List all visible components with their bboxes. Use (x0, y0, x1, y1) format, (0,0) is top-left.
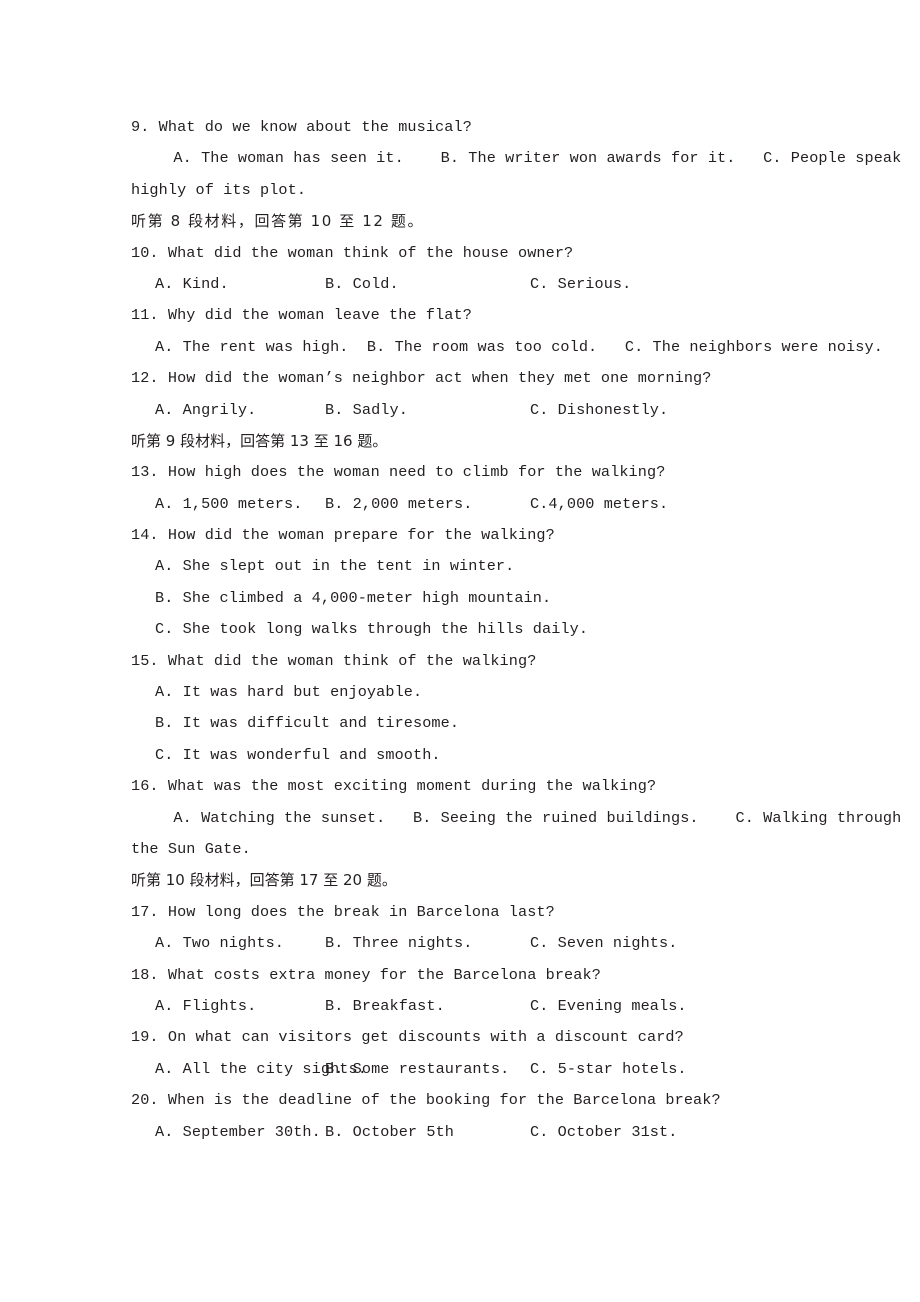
question-17-options: A. Two nights. B. Three nights. C. Seven n… (131, 928, 791, 959)
question-10-option-c[interactable]: C. Serious. (530, 269, 631, 300)
question-9-option-row-1[interactable]: A. The woman has seen it. B. The writer … (131, 143, 901, 174)
question-19-option-c[interactable]: C. 5-star hotels. (530, 1054, 687, 1085)
question-20-stem: 20. When is the deadline of the booking … (131, 1091, 721, 1110)
listening-section-body: 9. What do we know about the musical? A.… (131, 112, 901, 1148)
question-15-option-b[interactable]: B. It was difficult and tiresome. (131, 708, 791, 739)
question-9-option-row-2[interactable]: highly of its plot. (131, 175, 791, 206)
question-17-option-a[interactable]: A. Two nights. (155, 928, 325, 959)
section-header-10: 听第 10 段材料，回答第 17 至 20 题。 (131, 871, 397, 890)
question-19-option-b[interactable]: B. Some restaurants. (325, 1054, 530, 1085)
section-header-9: 听第 9 段材料，回答第 13 至 16 题。 (131, 431, 388, 450)
question-12-stem: 12. How did the woman’s neighbor act whe… (131, 369, 712, 388)
question-10-option-a[interactable]: A. Kind. (155, 269, 325, 300)
question-16-stem: 16. What was the most exciting moment du… (131, 777, 657, 796)
question-15-option-a[interactable]: A. It was hard but enjoyable. (131, 677, 791, 708)
question-20-options: A. September 30th. B. October 5th C. Octob… (131, 1117, 791, 1148)
question-10-options: A. Kind. B. Cold. C. Serious. (131, 269, 791, 300)
question-18-stem: 18. What costs extra money for the Barce… (131, 965, 601, 984)
question-17-option-b[interactable]: B. Three nights. (325, 928, 530, 959)
question-10-option-b[interactable]: B. Cold. (325, 269, 530, 300)
question-11-option-row-1[interactable]: A. The rent was high. B. The room was to… (131, 332, 883, 363)
question-9-stem: 9. What do we know about the musical? (131, 118, 472, 136)
question-19-option-a[interactable]: A. All the city sights. (155, 1054, 367, 1085)
question-16-option-row-1[interactable]: A. Watching the sunset. B. Seeing the ru… (131, 803, 901, 834)
question-14-stem: 14. How did the woman prepare for the wa… (131, 526, 555, 545)
question-13-option-c[interactable]: C.4,000 meters. (530, 489, 668, 520)
question-12-option-a[interactable]: A. Angrily. (155, 395, 325, 426)
question-20-option-c[interactable]: C. October 31st. (530, 1117, 677, 1148)
question-19-stem: 19. On what can visitors get discounts w… (131, 1028, 684, 1047)
question-20-option-b[interactable]: B. October 5th (325, 1117, 530, 1148)
section-header-8: 听第 8 段材料，回答第 10 至 12 题。 (131, 212, 425, 231)
question-19-options: A. All the city sights. B. Some restauran… (131, 1054, 791, 1085)
question-15-option-c[interactable]: C. It was wonderful and smooth. (131, 740, 791, 771)
question-14-option-a[interactable]: A. She slept out in the tent in winter. (131, 551, 791, 582)
question-18-option-b[interactable]: B. Breakfast. (325, 991, 530, 1022)
question-15-stem: 15. What did the woman think of the walk… (131, 651, 537, 670)
question-13-option-a[interactable]: A. 1,500 meters. (155, 489, 325, 520)
question-18-options: A. Flights. B. Breakfast. C. Evening meals… (131, 991, 791, 1022)
question-18-option-c[interactable]: C. Evening meals. (530, 991, 687, 1022)
question-12-option-c[interactable]: C. Dishonestly. (530, 395, 668, 426)
question-13-stem: 13. How high does the woman need to clim… (131, 463, 666, 482)
question-18-option-a[interactable]: A. Flights. (155, 991, 325, 1022)
question-11-stem: 11. Why did the woman leave the flat? (131, 306, 472, 325)
question-14-option-b[interactable]: B. She climbed a 4,000-meter high mounta… (131, 583, 791, 614)
question-13-option-b[interactable]: B. 2,000 meters. (325, 489, 530, 520)
question-17-stem: 17. How long does the break in Barcelona… (131, 902, 555, 921)
question-20-option-a[interactable]: A. September 30th. (155, 1117, 325, 1148)
question-13-options: A. 1,500 meters. B. 2,000 meters. C.4,000 … (131, 489, 791, 520)
question-12-options: A. Angrily. B. Sadly. C. Dishonestly. (131, 395, 791, 426)
question-16-option-row-2[interactable]: the Sun Gate. (131, 834, 791, 865)
question-14-option-c[interactable]: C. She took long walks through the hills… (131, 614, 791, 645)
question-17-option-c[interactable]: C. Seven nights. (530, 928, 677, 959)
question-10-stem: 10. What did the woman think of the hous… (131, 243, 574, 262)
exam-page: 9. What do we know about the musical? A.… (0, 0, 920, 1302)
question-12-option-b[interactable]: B. Sadly. (325, 395, 530, 426)
